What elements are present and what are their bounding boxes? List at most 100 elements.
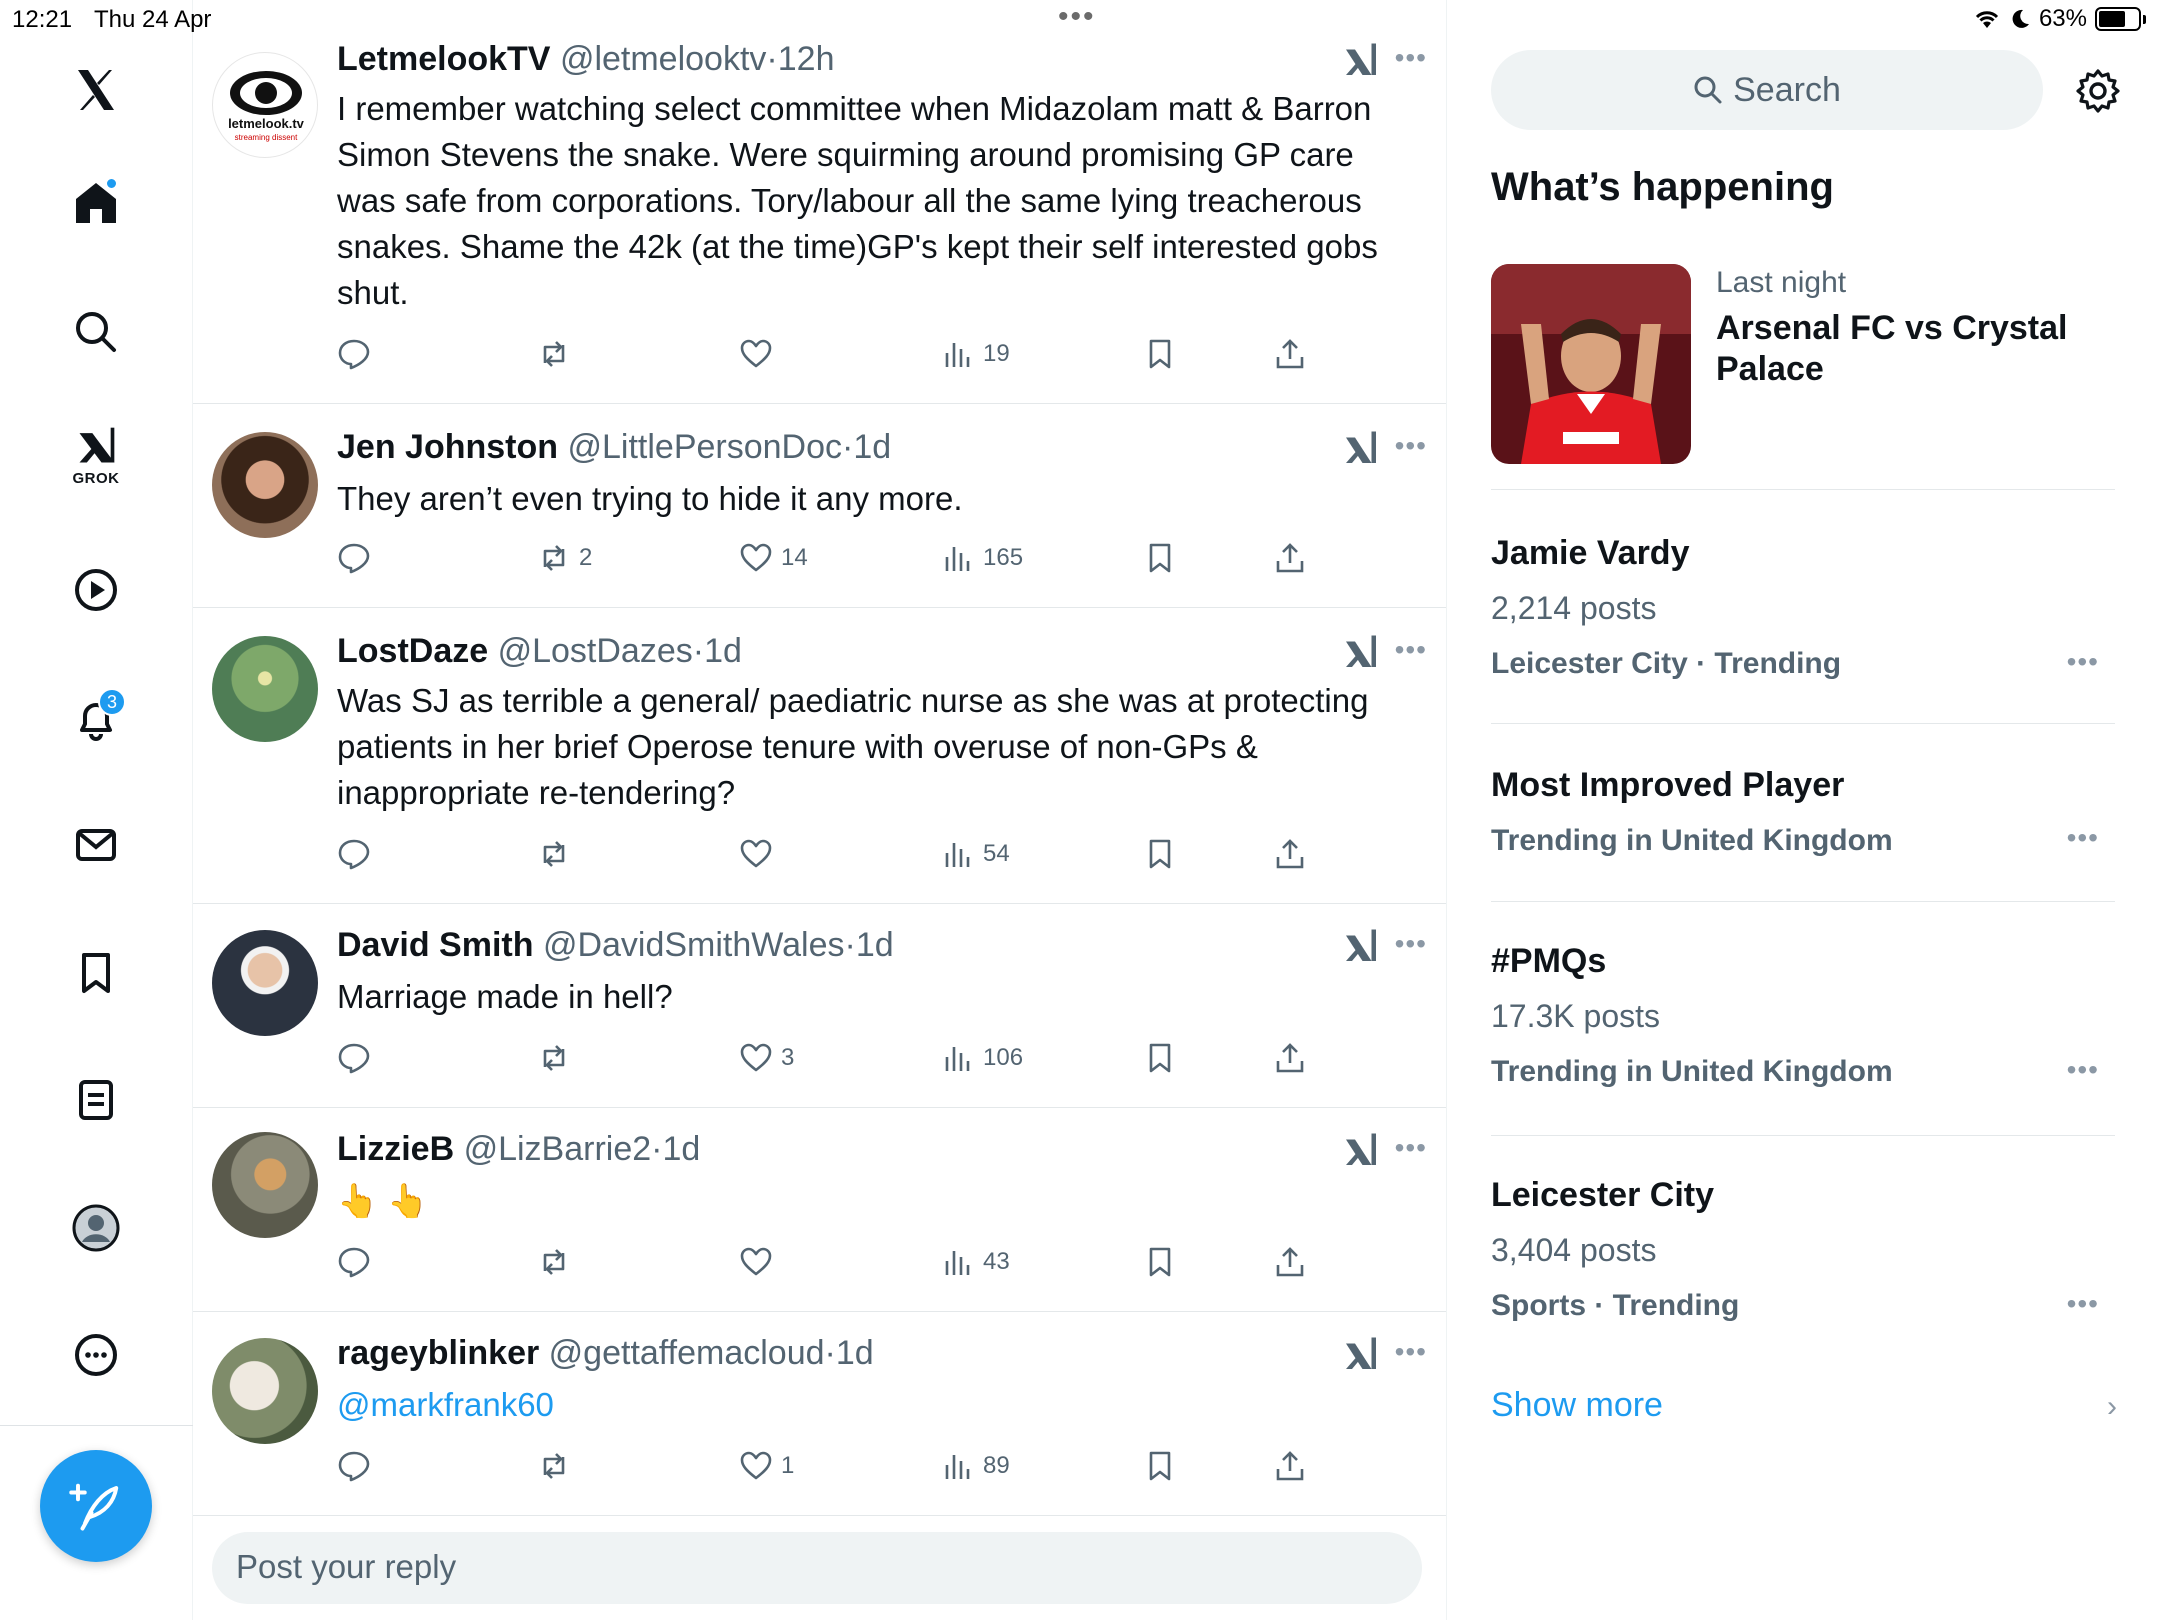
more-options-icon[interactable]: •••	[1395, 634, 1427, 666]
bookmarks-icon[interactable]	[56, 933, 136, 1013]
avatar[interactable]	[212, 930, 318, 1036]
reply-button[interactable]	[337, 1038, 379, 1078]
author-handle[interactable]: @LizBarrie2	[464, 1130, 652, 1168]
lists-icon[interactable]	[56, 1060, 136, 1140]
tweet[interactable]: LostDaze @LostDazes·1d ••• Was SJ as ter…	[193, 608, 1446, 904]
share-button[interactable]	[1273, 538, 1307, 578]
search-bar[interactable]: Search	[1491, 50, 2043, 130]
gear-icon[interactable]	[2075, 68, 2121, 114]
reply-button[interactable]	[337, 1446, 379, 1486]
tweet-time[interactable]: 1d	[663, 1130, 701, 1168]
trend-more-icon[interactable]: •••	[2067, 646, 2099, 678]
x-logo-icon[interactable]	[56, 50, 136, 130]
reply-composer[interactable]	[212, 1532, 1422, 1604]
grok-icon[interactable]	[1343, 42, 1379, 78]
like-button[interactable]	[739, 334, 781, 374]
tweet[interactable]: David Smith @DavidSmithWales·1d ••• Marr…	[193, 904, 1446, 1108]
tweet-time[interactable]: 1d	[704, 632, 742, 670]
avatar[interactable]	[212, 636, 318, 742]
trend-item[interactable]: Most Improved Player Trending in United …	[1491, 724, 2115, 902]
grok-icon[interactable]	[1343, 1336, 1379, 1372]
author-handle[interactable]: @gettaffemacloud	[549, 1334, 825, 1372]
repost-button[interactable]	[537, 334, 579, 374]
tweet-time[interactable]: 12h	[778, 40, 835, 78]
views-button[interactable]: 19	[941, 334, 1010, 374]
more-options-icon[interactable]: •••	[1395, 928, 1427, 960]
views-button[interactable]: 106	[941, 1038, 1023, 1078]
repost-button[interactable]	[537, 834, 579, 874]
tweet-time[interactable]: 1d	[856, 926, 894, 964]
avatar[interactable]	[212, 432, 318, 538]
avatar[interactable]	[212, 1132, 318, 1238]
repost-button[interactable]	[537, 1242, 579, 1282]
tweet-time[interactable]: 1d	[836, 1334, 874, 1372]
tweet[interactable]: Jen Johnston @LittlePersonDoc·1d ••• The…	[193, 404, 1446, 608]
more-icon[interactable]	[56, 1315, 136, 1395]
reply-button[interactable]	[337, 1242, 379, 1282]
like-button[interactable]: 1	[739, 1446, 794, 1486]
more-options-icon[interactable]: •••	[1395, 42, 1427, 74]
more-options-icon[interactable]: •••	[1395, 1132, 1427, 1164]
views-button[interactable]: 54	[941, 834, 1010, 874]
more-options-icon[interactable]: •••	[1395, 1336, 1427, 1368]
author-name[interactable]: LostDaze	[337, 632, 488, 670]
grok-icon[interactable]	[1343, 928, 1379, 964]
bookmark-button[interactable]	[1143, 538, 1177, 578]
author-name[interactable]: Jen Johnston	[337, 428, 558, 466]
compose-button[interactable]	[40, 1450, 152, 1562]
reply-input[interactable]	[236, 1548, 1336, 1586]
search-icon[interactable]	[56, 292, 136, 372]
like-button[interactable]	[739, 834, 781, 874]
repost-button[interactable]: 2	[537, 538, 592, 578]
avatar[interactable]	[212, 1338, 318, 1444]
share-button[interactable]	[1273, 334, 1307, 374]
reply-button[interactable]	[337, 538, 379, 578]
trend-more-icon[interactable]: •••	[2067, 822, 2099, 854]
trend-item[interactable]: Jamie Vardy 2,214 posts Leicester City ·…	[1491, 490, 2115, 724]
author-name[interactable]: rageyblinker	[337, 1334, 539, 1372]
notifications-icon[interactable]: 3	[56, 678, 136, 758]
trend-more-icon[interactable]: •••	[2067, 1054, 2099, 1086]
views-button[interactable]: 165	[941, 538, 1023, 578]
grok-icon[interactable]	[1343, 1132, 1379, 1168]
chevron-right-icon[interactable]: ›	[2107, 1390, 2117, 1424]
grok-icon[interactable]	[1343, 430, 1379, 466]
author-name[interactable]: David Smith	[337, 926, 533, 964]
bookmark-button[interactable]	[1143, 1242, 1177, 1282]
home-icon[interactable]	[56, 163, 136, 243]
avatar[interactable]: letmelook.tv streaming dissent	[212, 52, 318, 158]
author-handle[interactable]: @LittlePersonDoc	[567, 428, 842, 466]
bookmark-button[interactable]	[1143, 834, 1177, 874]
tweet[interactable]: LizzieB @LizBarrie2·1d ••• 👆 👆 43	[193, 1108, 1446, 1312]
views-button[interactable]: 89	[941, 1446, 1010, 1486]
author-handle[interactable]: @letmelooktv	[560, 40, 766, 78]
share-button[interactable]	[1273, 1038, 1307, 1078]
mention-link[interactable]: @markfrank60	[337, 1382, 1417, 1428]
author-handle[interactable]: @LostDazes	[498, 632, 693, 670]
tweet-time[interactable]: 1d	[853, 428, 891, 466]
trend-item[interactable]: Leicester City 3,404 posts Sports · Tren…	[1491, 1136, 2115, 1358]
show-more-link[interactable]: Show more	[1491, 1386, 1663, 1425]
trend-item[interactable]: #PMQs 17.3K posts Trending in United Kin…	[1491, 902, 2115, 1136]
bookmark-button[interactable]	[1143, 1038, 1177, 1078]
profile-icon[interactable]	[56, 1188, 136, 1268]
tweet[interactable]: rageyblinker @gettaffemacloud·1d ••• @ma…	[193, 1312, 1446, 1516]
like-button[interactable]: 14	[739, 538, 808, 578]
share-button[interactable]	[1273, 1446, 1307, 1486]
author-name[interactable]: LizzieB	[337, 1130, 454, 1168]
reply-button[interactable]	[337, 834, 379, 874]
like-button[interactable]	[739, 1242, 781, 1282]
views-button[interactable]: 43	[941, 1242, 1010, 1282]
grok-icon[interactable]: GROK	[56, 415, 136, 495]
messages-icon[interactable]	[56, 805, 136, 885]
multitask-dots[interactable]: •••	[1058, 0, 1096, 34]
featured-event[interactable]: Last night Arsenal FC vs Crystal Palace	[1491, 264, 2115, 490]
bookmark-button[interactable]	[1143, 334, 1177, 374]
tweet[interactable]: letmelook.tv streaming dissent LetmelookT…	[193, 0, 1446, 404]
repost-button[interactable]	[537, 1446, 579, 1486]
like-button[interactable]: 3	[739, 1038, 794, 1078]
more-options-icon[interactable]: •••	[1395, 430, 1427, 462]
reply-button[interactable]	[337, 334, 379, 374]
share-button[interactable]	[1273, 1242, 1307, 1282]
trend-more-icon[interactable]: •••	[2067, 1288, 2099, 1320]
